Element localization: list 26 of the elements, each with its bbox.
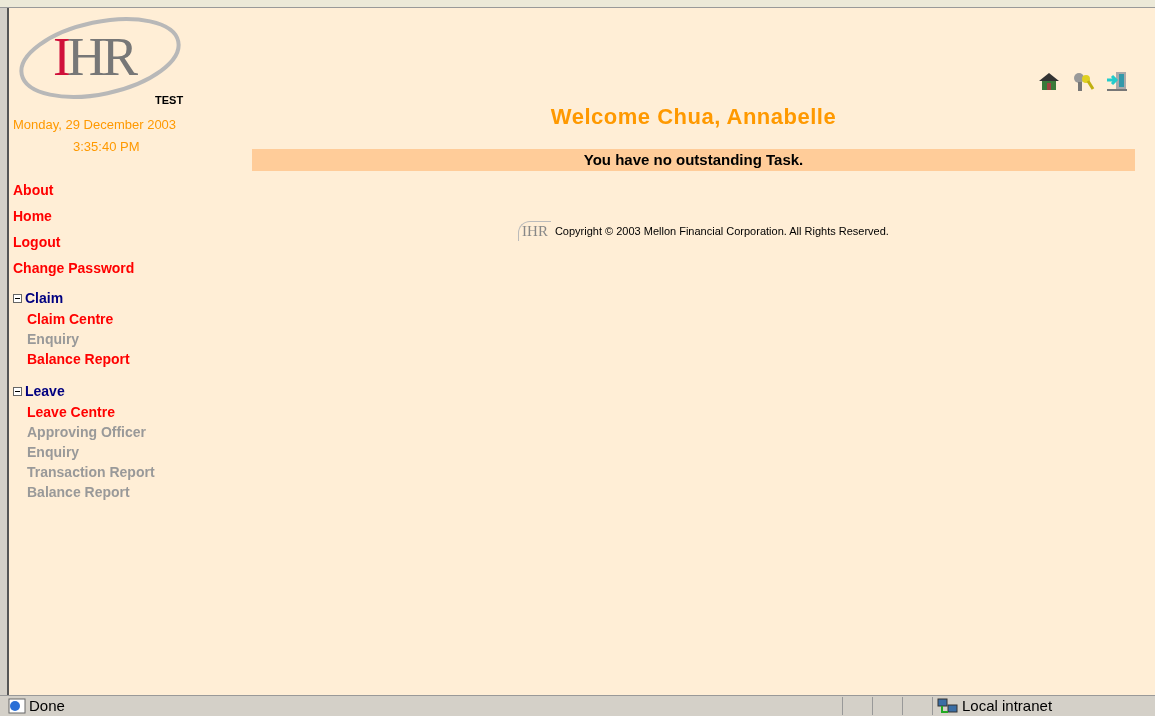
house-icon[interactable] (1037, 70, 1061, 92)
nav-link[interactable]: Logout (13, 232, 61, 252)
key-icon[interactable] (1071, 70, 1095, 92)
nav-link[interactable]: About (13, 180, 54, 200)
section-heading[interactable]: Leave (25, 381, 65, 402)
task-message-bar: You have no outstanding Task. (252, 149, 1135, 171)
exit-door-icon[interactable] (1105, 70, 1129, 92)
menu-link[interactable]: Leave Centre (27, 404, 115, 420)
environment-label: TEST (155, 93, 184, 108)
welcome-heading: Welcome Chua, Annabelle (550, 103, 837, 131)
time-text: 3:35:40 PM (73, 137, 141, 156)
security-zone-text: Local intranet (962, 695, 1053, 716)
status-text: Done (29, 695, 66, 716)
copyright-text: Copyright © 2003 Mellon Financial Corporation. All Rights Reserved. (554, 224, 889, 240)
menu-link[interactable]: Balance Report (27, 351, 130, 367)
nav-link[interactable]: Change Password (13, 258, 135, 278)
collapse-icon[interactable] (13, 387, 22, 396)
logo-text: IHR (53, 30, 134, 84)
section-heading[interactable]: Claim (25, 288, 64, 309)
collapse-icon[interactable] (13, 294, 22, 303)
footer-logo: IHR (518, 221, 551, 241)
menu-link[interactable]: Claim Centre (27, 311, 114, 327)
browser-page-icon (8, 698, 26, 714)
network-computers-icon (937, 698, 959, 714)
nav-link[interactable]: Home (13, 206, 52, 226)
date-text: Monday, 29 December 2003 (13, 116, 178, 134)
